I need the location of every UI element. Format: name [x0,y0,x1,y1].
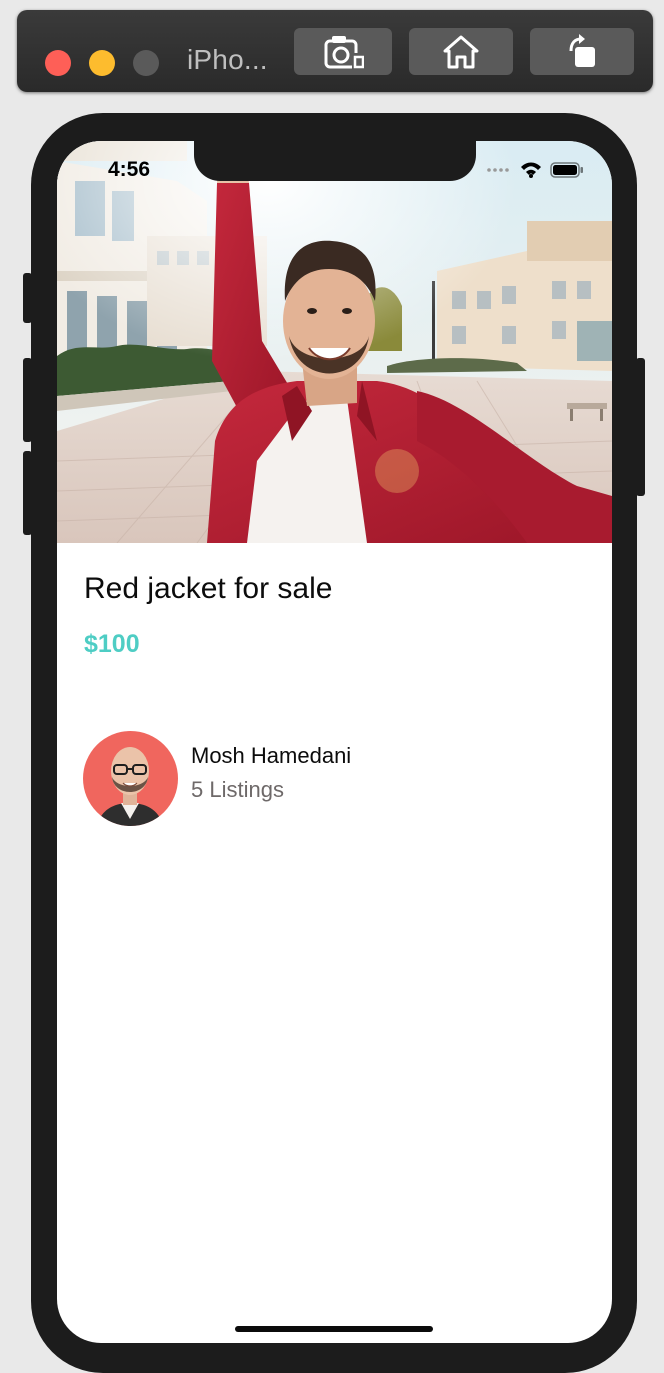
rotate-icon [569,33,595,67]
seller-name: Mosh Hamedani [191,742,352,768]
wifi-icon [521,162,541,178]
signal-icon [487,167,509,172]
minimize-window-button[interactable] [89,50,115,76]
rotate-button[interactable] [530,28,634,75]
status-icons [486,161,584,178]
power-button [636,358,645,496]
device-screen: 4:56 Red jacket for sale $100 Mosh Hamed… [57,141,612,1343]
screenshot-button[interactable] [294,28,392,75]
status-time: 4:56 [108,158,151,181]
seller-row[interactable]: Mosh Hamedani 5 Listings [83,731,351,826]
simulator-title: iPho... [187,44,268,75]
zoom-window-button[interactable] [133,50,159,76]
camera-icon [324,35,364,69]
seller-avatar[interactable] [83,731,178,826]
home-button[interactable] [409,28,513,75]
listing-image [57,141,612,543]
seller-listings-count: 5 Listings [191,776,284,802]
battery-icon [550,161,583,178]
home-indicator[interactable] [235,1326,433,1332]
close-window-button[interactable] [45,50,71,76]
home-icon [443,35,479,68]
simulator-toolbar: iPho... [17,10,653,92]
notch [194,141,476,181]
listing-title: Red jacket for sale [84,572,333,605]
listing-price: $100 [84,630,140,658]
